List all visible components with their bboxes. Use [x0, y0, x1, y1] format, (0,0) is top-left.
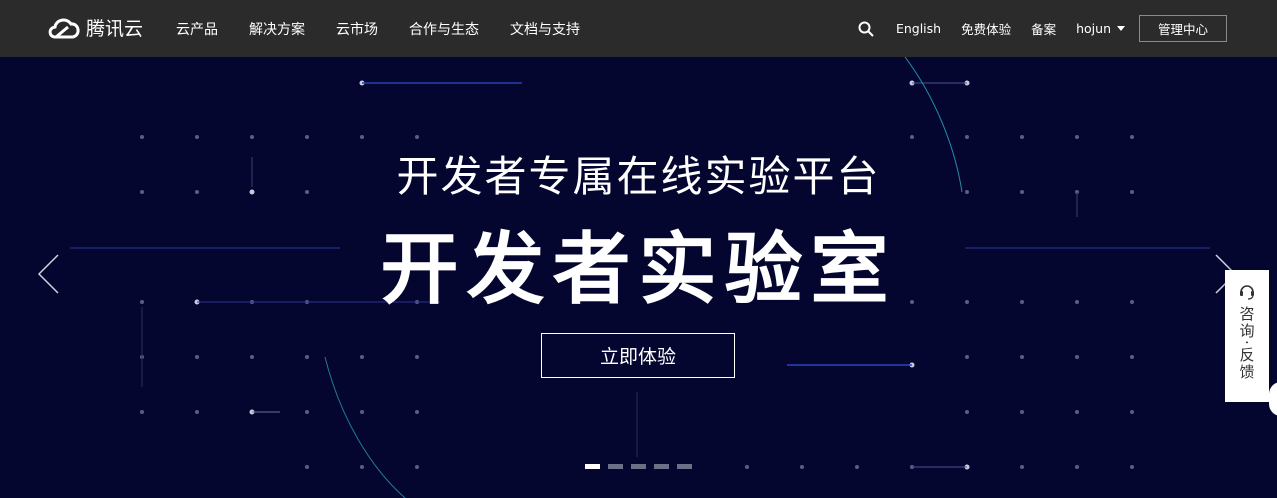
search-icon[interactable] [858, 21, 874, 37]
consult-feedback-label: 咨询·反馈 [1237, 306, 1256, 381]
username: hojun [1076, 21, 1111, 36]
nav-item-marketplace[interactable]: 云市场 [336, 19, 378, 39]
chevron-left-icon[interactable] [36, 253, 60, 295]
main-nav: 云产品 解决方案 云市场 合作与生态 文档与支持 [176, 0, 611, 57]
free-trial-link[interactable]: 免费体验 [961, 19, 1011, 38]
hero-subtitle: 开发者专属在线实验平台 [396, 152, 881, 201]
slide-dot-1[interactable] [585, 464, 600, 469]
brand-logo[interactable]: 腾讯云 [46, 14, 143, 41]
consult-feedback-widget[interactable]: 咨询·反馈 [1225, 270, 1269, 402]
try-now-button[interactable]: 立即体验 [541, 333, 735, 378]
slide-dot-3[interactable] [631, 464, 646, 469]
user-menu[interactable]: hojun [1076, 21, 1125, 36]
top-navigation-bar: 腾讯云 云产品 解决方案 云市场 合作与生态 文档与支持 English 免费体… [0, 0, 1277, 57]
brand-name: 腾讯云 [86, 18, 144, 40]
hero-title: 开发者实验室 [380, 225, 897, 315]
cloud-logo-icon [48, 18, 80, 38]
english-link[interactable]: English [896, 21, 941, 36]
caret-down-icon [1117, 26, 1125, 31]
nav-item-products[interactable]: 云产品 [176, 19, 218, 39]
slide-dot-2[interactable] [608, 464, 623, 469]
slide-dot-5[interactable] [677, 464, 692, 469]
side-tab[interactable] [1269, 382, 1277, 416]
filing-link[interactable]: 备案 [1031, 19, 1056, 38]
hero-banner: 开发者专属在线实验平台 开发者实验室 立即体验 [0, 57, 1277, 498]
slide-dot-4[interactable] [654, 464, 669, 469]
console-button[interactable]: 管理中心 [1139, 15, 1227, 42]
nav-item-partners[interactable]: 合作与生态 [409, 19, 479, 39]
nav-item-docs[interactable]: 文档与支持 [510, 19, 580, 39]
header-actions: English 免费体验 备案 hojun 管理中心 [858, 0, 1227, 57]
headset-icon [1240, 285, 1254, 300]
carousel-indicators [585, 464, 700, 469]
nav-item-solutions[interactable]: 解决方案 [249, 19, 305, 39]
